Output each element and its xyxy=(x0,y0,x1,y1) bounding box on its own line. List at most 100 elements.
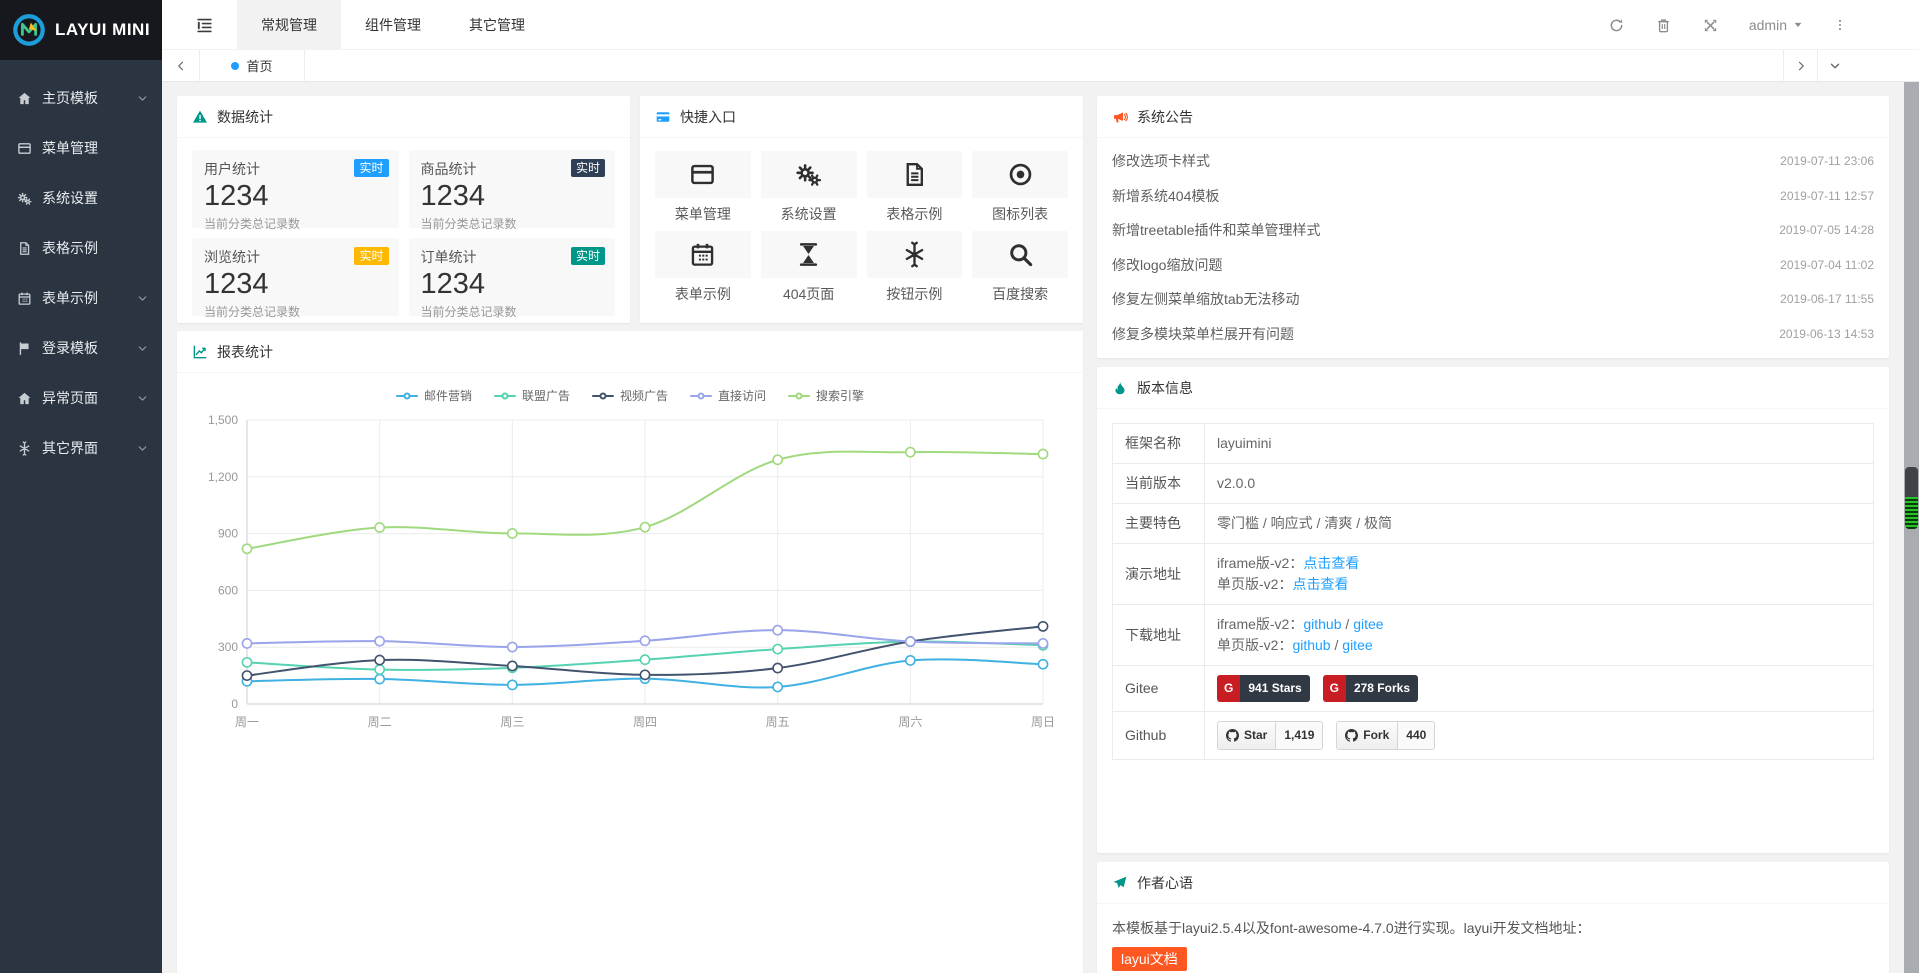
legend-marker-icon xyxy=(690,395,712,397)
notice-item: 修复多模块菜单栏展开有问题 2019-06-13 14:53 xyxy=(1112,317,1874,352)
notice-card-header: 系统公告 xyxy=(1097,96,1889,138)
chevron-down-icon xyxy=(137,343,148,354)
table-row: 主要特色 零门槛 / 响应式 / 清爽 / 极简 xyxy=(1113,504,1874,544)
gitee-stars-badge[interactable]: G 941 Stars xyxy=(1217,675,1310,702)
sidebar-item-system-settings[interactable]: 系统设置 xyxy=(0,173,162,223)
legend-marker-icon xyxy=(396,395,418,397)
legend-item[interactable]: 搜索引擎 xyxy=(788,387,864,404)
demo-onepage-link[interactable]: 点击查看 xyxy=(1292,576,1348,592)
notice-item: 修复左侧菜单缩放tab无法移动 2019-06-17 11:55 xyxy=(1112,282,1874,317)
refresh-icon[interactable] xyxy=(1608,17,1625,34)
more-menu-icon[interactable] xyxy=(1833,17,1847,33)
trash-icon[interactable] xyxy=(1655,17,1672,34)
tab-home[interactable]: 首页 xyxy=(200,50,305,81)
tab-scroll-right-button[interactable] xyxy=(1783,50,1817,81)
stats-title: 数据统计 xyxy=(217,107,273,127)
username: admin xyxy=(1749,17,1787,33)
file-icon xyxy=(901,161,928,188)
download-gitee-link[interactable]: gitee xyxy=(1353,616,1383,632)
svg-text:0: 0 xyxy=(231,697,238,711)
stat-goods: 商品统计 实时 1234 当前分类总记录数 xyxy=(409,150,616,228)
table-row: 框架名称 layuimini xyxy=(1113,424,1874,464)
fire-icon xyxy=(1112,380,1128,396)
github-star-count: 1,419 xyxy=(1275,722,1322,749)
svg-text:周六: 周六 xyxy=(898,715,922,729)
quick-system-settings[interactable]: 系统设置 xyxy=(761,151,857,224)
chart-area: 周一周二周三周四周五周六周日03006009001,2001,500 xyxy=(177,404,1083,747)
sidebar-item-table-demo[interactable]: 表格示例 xyxy=(0,223,162,273)
collapse-menu-button[interactable] xyxy=(184,0,224,50)
sidebar-item-error-pages[interactable]: 异常页面 xyxy=(0,373,162,423)
chevron-down-icon xyxy=(1829,60,1841,72)
chevron-down-icon xyxy=(137,443,148,454)
legend-item[interactable]: 邮件营销 xyxy=(396,387,472,404)
sidebar-item-menu-manage[interactable]: 菜单管理 xyxy=(0,123,162,173)
sidebar-item-other-ui[interactable]: 其它界面 xyxy=(0,423,162,473)
search-icon xyxy=(1007,241,1034,268)
quick-form-demo[interactable]: 表单示例 xyxy=(655,231,751,304)
octocat-icon xyxy=(1345,729,1358,742)
notice-item: 修改logo缩放问题 2019-07-04 11:02 xyxy=(1112,248,1874,283)
legend-marker-icon xyxy=(788,395,810,397)
quick-icon-list[interactable]: 图标列表 xyxy=(972,151,1068,224)
nav-tab-other[interactable]: 其它管理 xyxy=(445,0,549,50)
download-github-link[interactable]: github xyxy=(1292,637,1330,653)
window-icon xyxy=(17,141,32,156)
gitee-forks-badge[interactable]: G 278 Forks xyxy=(1323,675,1418,702)
nav-tab-components[interactable]: 组件管理 xyxy=(341,0,445,50)
report-chart: 周一周二周三周四周五周六周日03006009001,2001,500 xyxy=(185,408,1059,744)
nav-tab-general[interactable]: 常规管理 xyxy=(237,0,341,50)
svg-text:1,200: 1,200 xyxy=(208,470,238,484)
legend-item[interactable]: 直接访问 xyxy=(690,387,766,404)
legend-marker-icon xyxy=(494,395,516,397)
notice-item: 新增treetable插件和菜单管理样式 2019-07-05 14:28 xyxy=(1112,213,1874,248)
quick-baidu-search[interactable]: 百度搜索 xyxy=(972,231,1068,304)
paper-plane-icon xyxy=(1112,875,1128,891)
gears-icon xyxy=(17,191,32,206)
svg-text:周日: 周日 xyxy=(1031,715,1055,729)
sidebar-item-form-demo[interactable]: 表单示例 xyxy=(0,273,162,323)
svg-text:1,500: 1,500 xyxy=(208,413,238,427)
author-card-header: 作者心语 xyxy=(1097,862,1889,904)
sidebar-item-login-template[interactable]: 登录模板 xyxy=(0,323,162,373)
quick-table-demo[interactable]: 表格示例 xyxy=(867,151,963,224)
sidebar-item-home-template[interactable]: 主页模板 xyxy=(0,73,162,123)
table-row: 演示地址 iframe版-v2：点击查看 单页版-v2：点击查看 xyxy=(1113,544,1874,605)
author-line1: 本模板基于layui2.5.4以及font-awesome-4.7.0进行实现。… xyxy=(1112,915,1874,942)
quick-404-page[interactable]: 404页面 xyxy=(761,231,857,304)
tab-home-label: 首页 xyxy=(246,56,272,75)
legend-label: 视频广告 xyxy=(620,387,668,404)
hourglass-icon xyxy=(795,241,822,268)
version-table: 框架名称 layuimini 当前版本 v2.0.0 主要特色 零门槛 / 响应… xyxy=(1112,423,1874,760)
svg-text:周二: 周二 xyxy=(368,715,392,729)
fullscreen-icon[interactable] xyxy=(1702,17,1719,34)
tab-scroll-left-button[interactable] xyxy=(162,50,200,81)
stats-card-header: 数据统计 xyxy=(177,96,630,138)
demo-iframe-link[interactable]: 点击查看 xyxy=(1303,555,1359,571)
legend-item[interactable]: 视频广告 xyxy=(592,387,668,404)
caret-down-icon xyxy=(1793,20,1803,30)
github-star-button[interactable]: Star 1,419 xyxy=(1217,721,1323,750)
scrollbar-thumb[interactable] xyxy=(1905,467,1918,529)
svg-text:周一: 周一 xyxy=(235,715,259,729)
chevron-right-icon xyxy=(1795,60,1807,72)
calendar-icon xyxy=(689,241,716,268)
download-github-link[interactable]: github xyxy=(1303,616,1341,632)
download-gitee-link[interactable]: gitee xyxy=(1342,637,1372,653)
legend-label: 联盟广告 xyxy=(522,387,570,404)
quick-menu-manage[interactable]: 菜单管理 xyxy=(655,151,751,224)
home-icon xyxy=(17,91,32,106)
notice-item: 新增系统404模板 2019-07-11 12:57 xyxy=(1112,179,1874,214)
tab-menu-button[interactable] xyxy=(1817,50,1851,81)
notice-list: 修改选项卡样式 2019-07-11 23:06 新增系统404模板 2019-… xyxy=(1097,138,1889,357)
layui-doc-badge[interactable]: layui文档 xyxy=(1112,947,1187,971)
user-dropdown[interactable]: admin xyxy=(1749,17,1803,33)
quick-button-demo[interactable]: 按钮示例 xyxy=(867,231,963,304)
octocat-icon xyxy=(1226,729,1239,742)
legend-label: 邮件营销 xyxy=(424,387,472,404)
logo[interactable]: LAYUI MINI xyxy=(0,0,162,60)
github-fork-button[interactable]: Fork 440 xyxy=(1336,721,1435,750)
status-badge: 实时 xyxy=(571,159,605,177)
legend-label: 直接访问 xyxy=(718,387,766,404)
legend-item[interactable]: 联盟广告 xyxy=(494,387,570,404)
